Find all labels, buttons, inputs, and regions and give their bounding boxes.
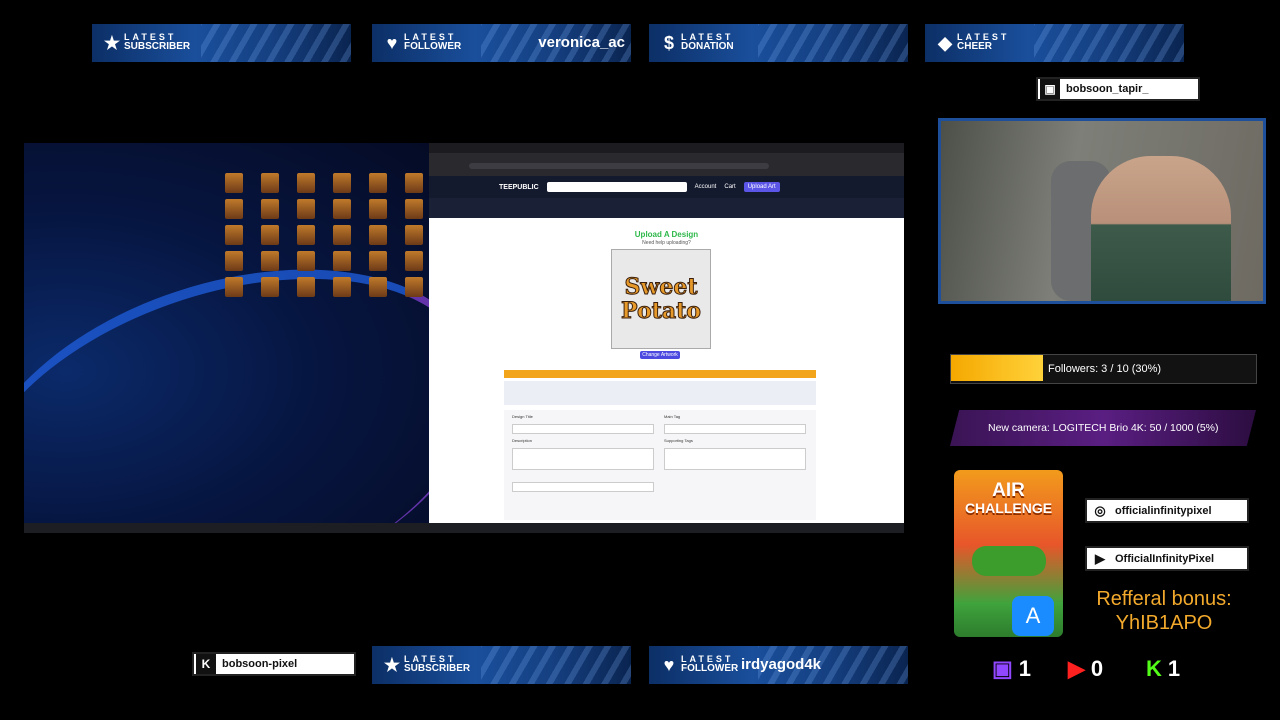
kick-count-value: 1 xyxy=(1167,656,1181,681)
category-bar[interactable] xyxy=(429,198,904,218)
upload-art-button[interactable]: Upload Art xyxy=(743,182,780,192)
webcam-frame xyxy=(938,118,1266,304)
main-tag-field[interactable] xyxy=(664,424,806,434)
banner-label: FOLLOWER xyxy=(404,41,462,52)
twitch-handle: ▣ bobsoon_tapir_ xyxy=(1036,77,1200,101)
description-label: Description xyxy=(512,438,533,443)
main-tag-label: Main Tag xyxy=(664,414,681,419)
banner-name: irdyagod4k xyxy=(741,656,822,673)
game-promo: AIR CHALLENGE A xyxy=(954,470,1063,637)
address-bar[interactable] xyxy=(469,163,769,169)
latest-follower-banner: ♥ LATEST FOLLOWER veronica_ac xyxy=(372,24,631,62)
star-icon: ★ xyxy=(383,654,401,675)
referral-label: Refferal bonus: xyxy=(1096,588,1232,610)
taskbar[interactable] xyxy=(24,523,904,533)
kick-handle-text: bobsoon-pixel xyxy=(222,658,298,670)
desktop-wallpaper xyxy=(24,143,526,533)
streamer xyxy=(1091,156,1231,301)
cart-link[interactable]: Cart xyxy=(724,184,735,190)
banner-label: SUBSCRIBER xyxy=(404,663,471,674)
account-link[interactable]: Account xyxy=(695,184,717,190)
kick-count: K 1 xyxy=(1146,656,1180,682)
design-title-label: Design Title xyxy=(512,414,533,419)
kick-handle: K bobsoon-pixel xyxy=(192,652,356,676)
site-header: TEEPUBLIC Account Cart Upload Art xyxy=(429,176,904,198)
album-select[interactable] xyxy=(512,482,654,492)
latest-subscriber-banner-bottom: ★ LATEST SUBSCRIBER xyxy=(372,646,631,684)
supporting-tags-label: Supporting Tags xyxy=(664,438,693,443)
heart-icon: ♥ xyxy=(386,32,398,53)
upload-page: Upload A Design Need help uploading? Swe… xyxy=(429,218,904,523)
diamond-icon: ◆ xyxy=(938,32,952,53)
camera-goal-text: New camera: LOGITECH Brio 4K: 50 / 1000 … xyxy=(988,422,1219,434)
banner-label: CHEER xyxy=(957,41,993,52)
upload-help-link[interactable]: Need help uploading? xyxy=(429,240,904,246)
twitch-icon: ▣ xyxy=(1040,79,1060,99)
latest-donation-banner: $ LATEST DONATION xyxy=(649,24,908,62)
heart-icon: ♥ xyxy=(663,654,675,675)
latest-follower-banner-bottom: ♥ LATEST FOLLOWER irdyagod4k xyxy=(649,646,908,684)
game-title-line1: AIR xyxy=(992,480,1025,501)
twitch-count: ▣ 1 xyxy=(992,656,1031,682)
followers-goal-bar: Followers: 3 / 10 (30%) xyxy=(950,354,1257,384)
design-word-2: Potato xyxy=(621,298,702,324)
browser-window[interactable]: TEEPUBLIC Account Cart Upload Art Upload… xyxy=(429,143,904,523)
latest-cheer-banner: ◆ LATEST CHEER xyxy=(925,24,1184,62)
game-title-line2: CHALLENGE xyxy=(964,500,1053,516)
banner-name: veronica_ac xyxy=(538,34,625,51)
youtube-count-value: 0 xyxy=(1090,656,1104,681)
twitch-count-value: 1 xyxy=(1018,656,1032,681)
change-artwork-button[interactable]: Change Artwork xyxy=(640,351,680,359)
browser-tabs[interactable] xyxy=(429,143,904,153)
upload-title: Upload A Design xyxy=(634,230,699,239)
youtube-icon: ▶ xyxy=(1095,550,1105,566)
file-requirements xyxy=(504,381,816,405)
design-preview: Sweet Potato xyxy=(611,249,711,349)
kick-count-icon: K xyxy=(1146,656,1162,681)
instagram-icon: ◎ xyxy=(1094,502,1106,518)
instagram-text: officialinfinitypixel xyxy=(1115,504,1212,517)
site-logo[interactable]: TEEPUBLIC xyxy=(499,184,539,191)
dollar-icon: $ xyxy=(663,32,674,53)
followers-goal-text: Followers: 3 / 10 (30%) xyxy=(1048,363,1162,375)
star-icon: ★ xyxy=(103,32,121,53)
supporting-tags-field[interactable] xyxy=(664,448,806,470)
kick-icon: K xyxy=(196,654,216,674)
twitch-count-icon: ▣ xyxy=(992,656,1013,681)
twitch-handle-text: bobsoon_tapir_ xyxy=(1066,83,1149,95)
banner-label: SUBSCRIBER xyxy=(124,41,191,52)
youtube-count-icon: ▶ xyxy=(1068,656,1085,681)
youtube-text: OfficialInfinityPixel xyxy=(1115,552,1215,565)
site-search[interactable] xyxy=(546,182,687,192)
description-field[interactable] xyxy=(512,448,654,470)
instagram-handle: ◎ officialinfinitypixel xyxy=(1085,498,1249,523)
banner-label: DONATION xyxy=(681,41,734,52)
design-form: Design Title Main Tag Description Suppor… xyxy=(504,410,816,520)
latest-subscriber-banner: ★ LATEST SUBSCRIBER xyxy=(92,24,351,62)
referral-code: YhIB1APO xyxy=(1115,612,1213,634)
desktop-icons xyxy=(219,173,429,297)
camera-goal-bar: New camera: LOGITECH Brio 4K: 50 / 1000 … xyxy=(950,410,1256,446)
warning-banner xyxy=(504,370,816,378)
banner-label: FOLLOWER xyxy=(681,663,739,674)
app-store-icon: A xyxy=(1012,596,1054,636)
youtube-count: ▶ 0 xyxy=(1068,656,1103,682)
design-word-1: Sweet xyxy=(624,274,698,300)
captured-screen: TEEPUBLIC Account Cart Upload Art Upload… xyxy=(24,143,904,533)
design-title-field[interactable] xyxy=(512,424,654,434)
plane-graphic xyxy=(972,546,1046,576)
followers-goal-fill xyxy=(951,355,1043,381)
browser-chrome xyxy=(429,143,904,176)
youtube-handle: ▶ OfficialInfinityPixel xyxy=(1085,546,1249,571)
